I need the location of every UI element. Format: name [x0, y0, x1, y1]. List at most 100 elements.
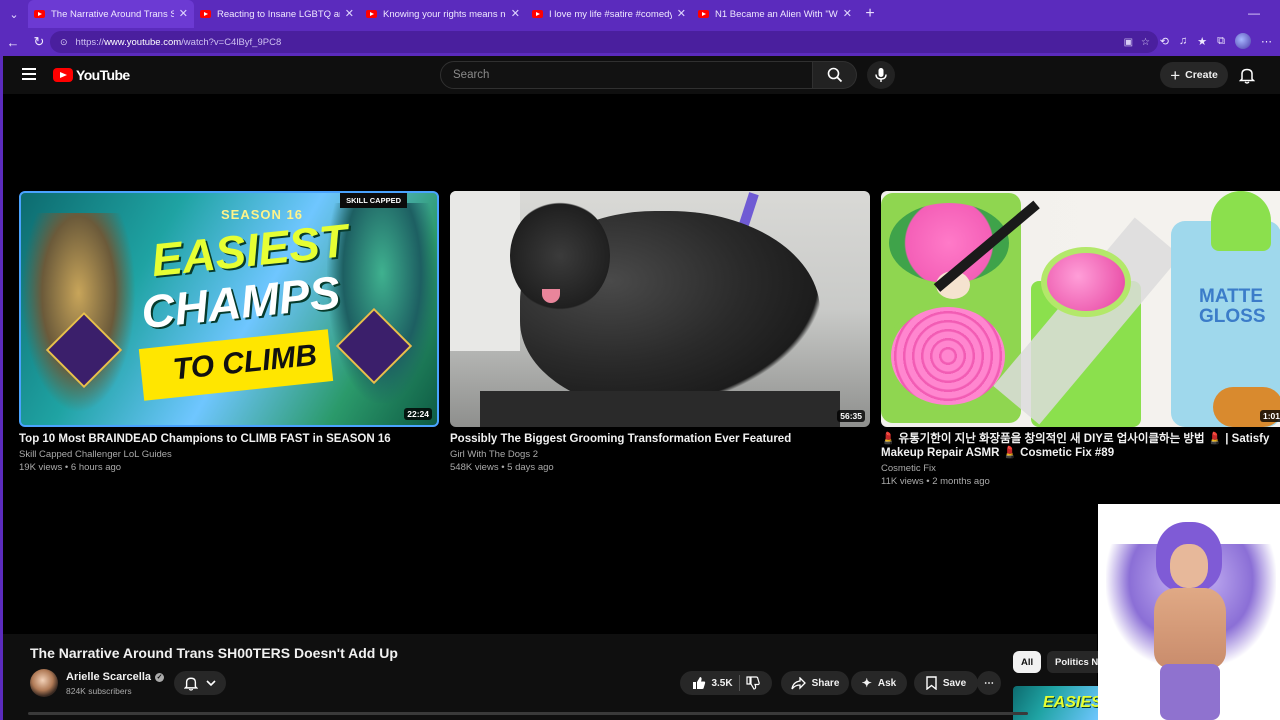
browser-tab-2[interactable]: Reacting to Insane LGBTQ and Lib ✕ — [194, 0, 360, 28]
address-bar[interactable]: ⊙ https://www.youtube.com/watch?v=C4lByf… — [50, 31, 1158, 53]
search-box — [440, 61, 813, 89]
thumbs-up-icon — [693, 677, 706, 689]
tab-title: Reacting to Insane LGBTQ and Lib — [217, 8, 340, 20]
channel-name[interactable]: Girl With The Dogs 2 — [450, 449, 870, 460]
like-button[interactable]: 3.5K — [692, 676, 733, 690]
tab-title: N1 Became an Alien With "WE CO — [715, 8, 838, 20]
menu-hamburger-icon[interactable] — [22, 68, 36, 83]
ask-label: Ask — [877, 677, 897, 689]
close-tab-icon[interactable]: ✕ — [179, 7, 188, 20]
video-duration: 1:01 — [1259, 410, 1280, 422]
browser-tab-5[interactable]: N1 Became an Alien With "WE CO ✕ — [692, 0, 858, 28]
search-button[interactable] — [813, 61, 857, 89]
sparkle-icon: ✦ — [861, 676, 872, 690]
video-thumbnail[interactable]: 56:35 — [450, 191, 870, 427]
url-prefix: https:// — [75, 36, 105, 48]
browser-tab-4[interactable]: I love my life #satire #comedy #fu ✕ — [526, 0, 692, 28]
bell-icon — [184, 677, 198, 691]
channel-name[interactable]: Skill Capped Challenger LoL Guides — [19, 449, 439, 460]
youtube-favicon-icon — [34, 10, 45, 18]
thumbnail-tag: SKILL CAPPED — [340, 193, 407, 208]
bell-icon — [1239, 68, 1255, 84]
video-meta: 19K views • 6 hours ago — [19, 462, 122, 473]
video-duration: 22:24 — [404, 408, 432, 420]
thumbnail-text: EASIEST — [1043, 694, 1098, 711]
browser-tab-bar: ⌄ The Narrative Around Trans SH00T ✕ Rea… — [0, 0, 1280, 28]
search-icon — [827, 67, 842, 83]
minimize-window-icon[interactable]: — — [1248, 6, 1260, 20]
video-thumbnail[interactable]: SKILL CAPPED SEASON 16 EASIEST CHAMPS TO… — [19, 191, 439, 427]
voice-search-button[interactable] — [867, 61, 895, 89]
thumbnail-text: MATTE — [1199, 286, 1264, 307]
music-extension-icon[interactable]: ♫ — [1179, 35, 1187, 47]
streamer-avatar-overlay — [1098, 504, 1280, 720]
new-tab-plus-icon[interactable]: + — [858, 5, 882, 23]
close-tab-icon[interactable]: ✕ — [345, 7, 354, 20]
youtube-favicon-icon — [366, 10, 377, 18]
current-channel[interactable]: Arielle Scarcella ✓ — [66, 671, 165, 683]
youtube-favicon-icon — [532, 10, 543, 18]
save-label: Save — [942, 677, 967, 689]
share-label: Share — [811, 677, 840, 689]
like-count: 3.5K — [711, 677, 733, 689]
close-tab-icon[interactable]: ✕ — [677, 7, 686, 20]
video-meta: 548K views • 5 days ago — [450, 462, 554, 473]
current-channel-name[interactable]: Arielle Scarcella — [66, 671, 151, 683]
subscription-notifications-button[interactable] — [174, 671, 226, 695]
share-arrow-icon — [790, 676, 806, 690]
close-tab-icon[interactable]: ✕ — [843, 7, 852, 20]
save-button[interactable]: Save — [914, 671, 978, 695]
browser-extensions: ⟲ ♫ ★ ⧉ ⋯ — [1160, 33, 1272, 49]
chevron-down-icon — [206, 679, 216, 686]
video-thumbnail[interactable]: MATTE GLOSS 1:01 — [881, 191, 1280, 427]
tab-list-chevron-icon[interactable]: ⌄ — [0, 0, 28, 28]
youtube-favicon-icon — [698, 10, 709, 18]
extension-icon[interactable]: ⟲ — [1160, 35, 1169, 48]
window-frame — [0, 56, 3, 720]
tab-title: I love my life #satire #comedy #fu — [549, 8, 672, 20]
more-menu-icon[interactable]: ⋯ — [1261, 35, 1272, 48]
url-host: www.youtube.com — [104, 36, 182, 48]
favorite-star-icon[interactable]: ☆ — [1141, 37, 1150, 48]
more-actions-icon[interactable]: ⋯ — [977, 671, 1001, 695]
channel-avatar[interactable] — [30, 669, 58, 697]
chip-all[interactable]: All — [1013, 651, 1042, 673]
profile-avatar-icon[interactable] — [1235, 33, 1251, 49]
microphone-icon — [875, 68, 887, 82]
video-title[interactable]: Possibly The Biggest Grooming Transforma… — [450, 432, 870, 446]
reader-mode-icon[interactable]: ▣ — [1124, 37, 1133, 48]
search-input[interactable] — [453, 69, 812, 81]
thumbnail-text: TO CLIMB — [171, 338, 319, 387]
collections-icon[interactable]: ⧉ — [1217, 35, 1225, 48]
video-title[interactable]: Top 10 Most BRAINDEAD Champions to CLIMB… — [19, 432, 439, 446]
current-video-title: The Narrative Around Trans SH00TERS Does… — [30, 645, 398, 661]
notifications-button[interactable] — [1236, 64, 1258, 86]
chip-politics[interactable]: Politics N — [1047, 651, 1098, 673]
close-tab-icon[interactable]: ✕ — [511, 7, 520, 20]
plus-icon: + — [1170, 65, 1181, 85]
youtube-logo[interactable]: YouTube — [53, 67, 130, 83]
ask-button[interactable]: ✦ Ask — [851, 671, 907, 695]
channel-name[interactable]: Cosmetic Fix — [881, 463, 1280, 474]
video-title[interactable]: 💄 유통기한이 지난 화장품을 창의적인 새 DIY로 업사이클하는 방법 💄 … — [881, 432, 1280, 460]
browser-tab-1[interactable]: The Narrative Around Trans SH00T ✕ — [28, 0, 194, 28]
video-card[interactable]: SKILL CAPPED SEASON 16 EASIEST CHAMPS TO… — [19, 191, 439, 473]
back-arrow-icon[interactable]: ← — [0, 28, 26, 56]
site-info-icon[interactable]: ⊙ — [60, 37, 68, 48]
browser-toolbar: ← ↻ ⊙ https://www.youtube.com/watch?v=C4… — [0, 28, 1280, 56]
create-label: Create — [1185, 69, 1218, 81]
tab-title: Knowing your rights means nothin — [383, 8, 506, 20]
youtube-header: YouTube + Create — [3, 56, 1280, 94]
create-button[interactable]: + Create — [1160, 62, 1228, 88]
video-card[interactable]: 56:35 Possibly The Biggest Grooming Tran… — [450, 191, 870, 473]
like-dislike-group: 3.5K — [680, 671, 772, 695]
favorites-icon[interactable]: ★ — [1197, 35, 1207, 48]
browser-tab-3[interactable]: Knowing your rights means nothin ✕ — [360, 0, 526, 28]
scroll-indicator — [28, 712, 1028, 715]
share-button[interactable]: Share — [781, 671, 849, 695]
video-card[interactable]: MATTE GLOSS 1:01 💄 유통기한이 지난 화장품을 창의적인 새 D… — [881, 191, 1280, 487]
youtube-favicon-icon — [200, 10, 211, 18]
dislike-button[interactable] — [745, 676, 760, 690]
reload-icon[interactable]: ↻ — [26, 28, 52, 56]
url-path: /watch?v=C4lByf_9PC8 — [181, 36, 282, 48]
